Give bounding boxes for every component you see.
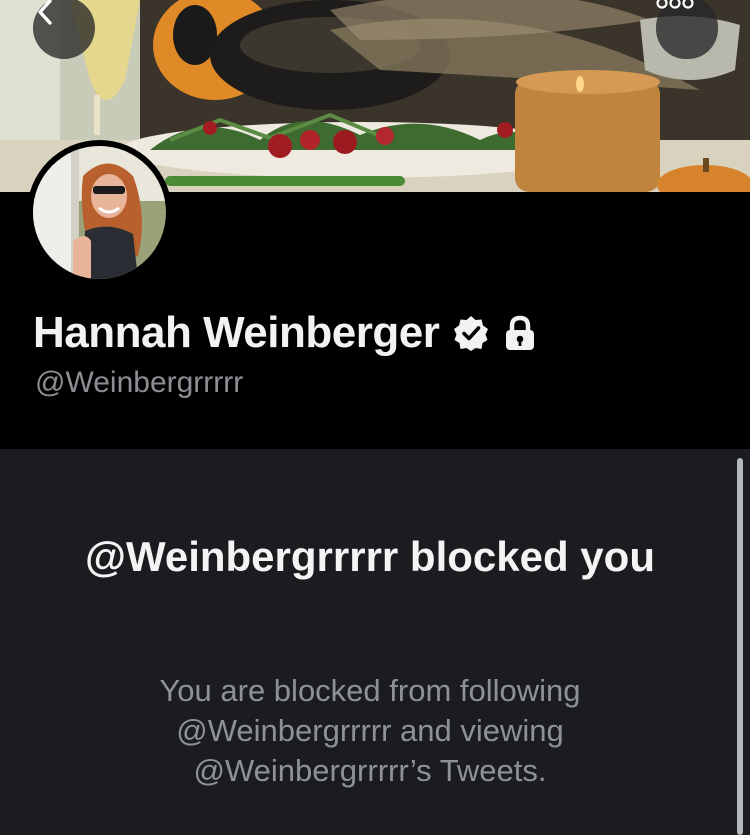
avatar[interactable] [27,140,172,285]
avatar-image [33,146,166,279]
more-options-button[interactable] [656,0,718,59]
display-name-row: Hannah Weinberger [33,308,551,358]
scrollbar[interactable] [737,458,743,835]
display-name: Hannah Weinberger [33,308,440,357]
verified-badge-icon [453,315,489,351]
back-button[interactable] [33,0,95,59]
blocked-description: You are blocked from following @Weinberg… [159,673,581,788]
lock-icon [503,315,537,351]
blocked-title: @Weinbergrrrrr blocked you [85,533,655,580]
profile-handle: @Weinbergrrrrr [35,366,244,399]
